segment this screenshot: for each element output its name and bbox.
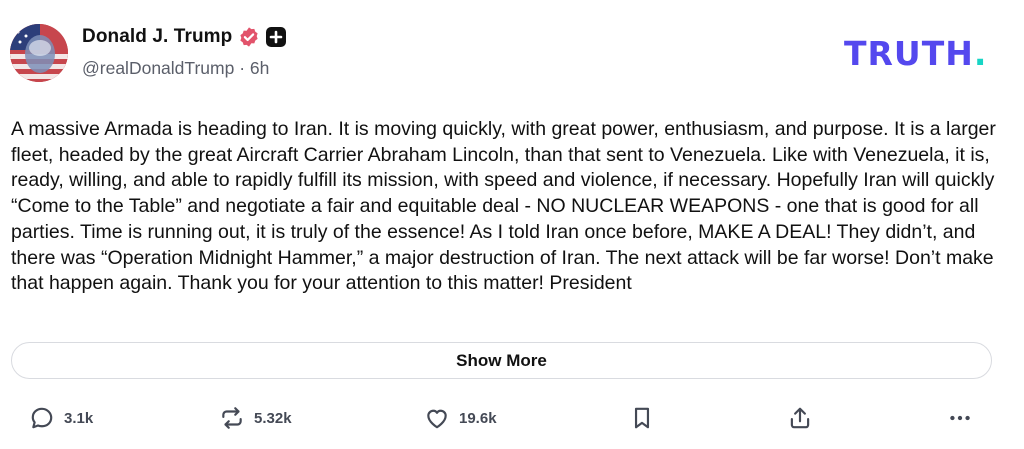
reply-button[interactable]: 3.1k (29, 405, 93, 431)
speech-bubble-icon (31, 407, 53, 429)
like-button[interactable]: 19.6k (424, 405, 497, 431)
post-timestamp[interactable]: 6h (250, 58, 269, 78)
retruth-button[interactable]: 5.32k (219, 405, 292, 431)
more-options-button[interactable] (947, 405, 973, 431)
verified-badge-icon (240, 27, 258, 47)
post-text: A massive Armada is heading to Iran. It … (11, 118, 996, 295)
ellipsis-icon (950, 415, 970, 421)
logo-text: TRUTH (844, 34, 974, 73)
share-button[interactable] (787, 405, 813, 431)
post-actions-bar: 3.1k 5.32k 19.6k (0, 405, 1024, 445)
post-header: Donald J. Trump @realDonaldTrump · 6h TR… (0, 0, 1024, 100)
truth-logo[interactable]: TRUTH. (844, 34, 987, 73)
bookmark-button[interactable] (629, 405, 655, 431)
avatar[interactable] (10, 24, 68, 82)
show-more-button[interactable]: Show More (11, 342, 992, 379)
avatar-image (10, 24, 68, 82)
retruth-count: 5.32k (254, 409, 292, 427)
logo-dot: . (973, 34, 988, 73)
share-upload-icon (790, 407, 810, 429)
author-display-name[interactable]: Donald J. Trump (82, 26, 232, 48)
author-handle-row: @realDonaldTrump · 6h (82, 58, 269, 79)
heart-icon (427, 409, 447, 429)
author-name-row: Donald J. Trump (82, 26, 287, 48)
plus-badge-icon (266, 27, 287, 47)
handle-separator: · (239, 58, 246, 78)
repost-arrows-icon (222, 407, 242, 429)
bookmark-icon (634, 407, 650, 429)
author-handle[interactable]: @realDonaldTrump (82, 58, 234, 78)
like-count: 19.6k (459, 409, 497, 427)
reply-count: 3.1k (64, 409, 94, 427)
